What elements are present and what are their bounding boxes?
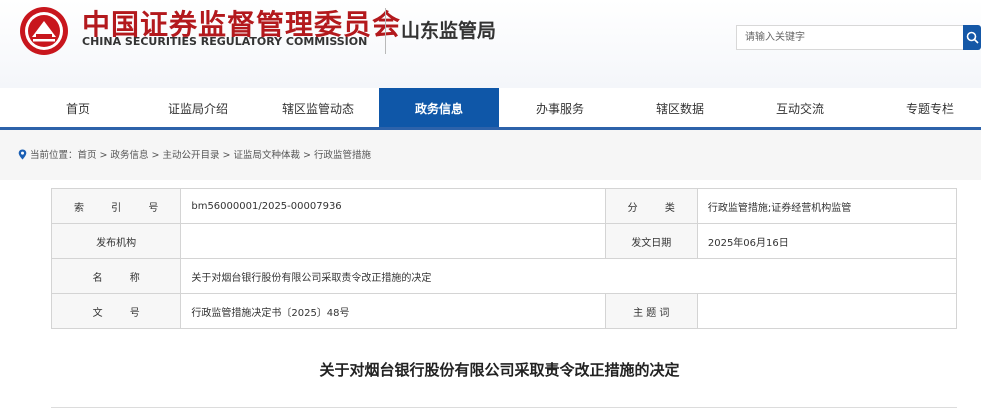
table-row: 名 称 关于对烟台银行股份有限公司采取责令改正措施的决定 bbox=[50, 258, 957, 294]
nav-item-services[interactable]: 办事服务 bbox=[520, 88, 600, 130]
doc-number-value: 行政监管措施决定书〔2025〕48号 bbox=[180, 293, 606, 329]
search-input[interactable] bbox=[736, 25, 964, 50]
doc-number-label: 文 号 bbox=[50, 293, 182, 329]
table-row: 发布机构 发文日期 2025年06月16日 bbox=[50, 223, 958, 259]
search-button[interactable] bbox=[963, 25, 981, 50]
issuer-label: 发布机构 bbox=[50, 223, 182, 259]
category-value: 行政监管措施;证券经营机构监管 bbox=[696, 188, 958, 224]
nav-item-bureau-intro[interactable]: 证监局介绍 bbox=[152, 88, 244, 130]
keywords-label: 主 题 词 bbox=[604, 293, 698, 329]
site-title-en: CHINA SECURITIES REGULATORY COMMISSION bbox=[82, 35, 368, 48]
breadcrumb-item-gov-info[interactable]: 政务信息 bbox=[111, 150, 149, 161]
document-title: 关于对烟台银行股份有限公司采取责令改正措施的决定 bbox=[319, 361, 680, 379]
issue-date-label: 发文日期 bbox=[604, 223, 698, 259]
location-pin-icon bbox=[18, 149, 27, 160]
document-metadata-table: 索 引 号 bm56000001/2025-00007936 分 类 行政监管措… bbox=[50, 188, 958, 329]
breadcrumb-item-current[interactable]: 行政监管措施 bbox=[314, 150, 371, 161]
breadcrumb-item-catalog[interactable]: 主动公开目录 bbox=[162, 150, 219, 161]
nav-item-regulatory-news[interactable]: 辖区监管动态 bbox=[266, 88, 370, 130]
issue-date-value: 2025年06月16日 bbox=[696, 223, 958, 259]
breadcrumb-separator: > bbox=[302, 150, 311, 161]
nav-item-special-topics[interactable]: 专题专栏 bbox=[890, 88, 970, 130]
table-row: 索 引 号 bm56000001/2025-00007936 分 类 行政监管措… bbox=[50, 188, 958, 224]
keywords-value bbox=[696, 293, 958, 329]
nav-item-interaction[interactable]: 互动交流 bbox=[760, 88, 840, 130]
site-header: 中国证券监督管理委员会 CHINA SECURITIES REGULATORY … bbox=[0, 0, 981, 88]
search-icon bbox=[966, 31, 979, 44]
nav-item-regional-data[interactable]: 辖区数据 bbox=[640, 88, 720, 130]
issuer-value bbox=[180, 223, 606, 259]
title-divider-line bbox=[51, 407, 957, 408]
breadcrumb-item-home[interactable]: 首页 bbox=[78, 150, 97, 161]
content-area: 索 引 号 bm56000001/2025-00007936 分 类 行政监管措… bbox=[18, 180, 981, 418]
breadcrumb-separator: > bbox=[151, 150, 160, 161]
main-nav: 首页 证监局介绍 辖区监管动态 政务信息 办事服务 辖区数据 互动交流 专题专栏 bbox=[0, 88, 981, 130]
doc-name-value: 关于对烟台银行股份有限公司采取责令改正措施的决定 bbox=[180, 258, 957, 294]
index-number-value: bm56000001/2025-00007936 bbox=[180, 188, 606, 224]
breadcrumb-separator: > bbox=[99, 150, 108, 161]
bureau-name: 山东监管局 bbox=[401, 20, 497, 42]
breadcrumb: 当前位置：首页 > 政务信息 > 主动公开目录 > 证监局文种体裁 > 行政监管措施 bbox=[18, 147, 371, 161]
csrc-emblem-icon[interactable] bbox=[19, 6, 69, 56]
nav-item-gov-info[interactable]: 政务信息 bbox=[379, 88, 499, 128]
index-number-label: 索 引 号 bbox=[50, 188, 182, 224]
table-row: 文 号 行政监管措施决定书〔2025〕48号 主 题 词 bbox=[50, 293, 958, 329]
category-label: 分 类 bbox=[604, 188, 698, 224]
breadcrumb-item-doc-type[interactable]: 证监局文种体裁 bbox=[233, 150, 300, 161]
doc-name-label: 名 称 bbox=[50, 258, 182, 294]
nav-item-home[interactable]: 首页 bbox=[38, 88, 118, 130]
breadcrumb-prefix: 当前位置： bbox=[30, 150, 78, 161]
breadcrumb-separator: > bbox=[222, 150, 231, 161]
title-divider bbox=[385, 8, 386, 54]
